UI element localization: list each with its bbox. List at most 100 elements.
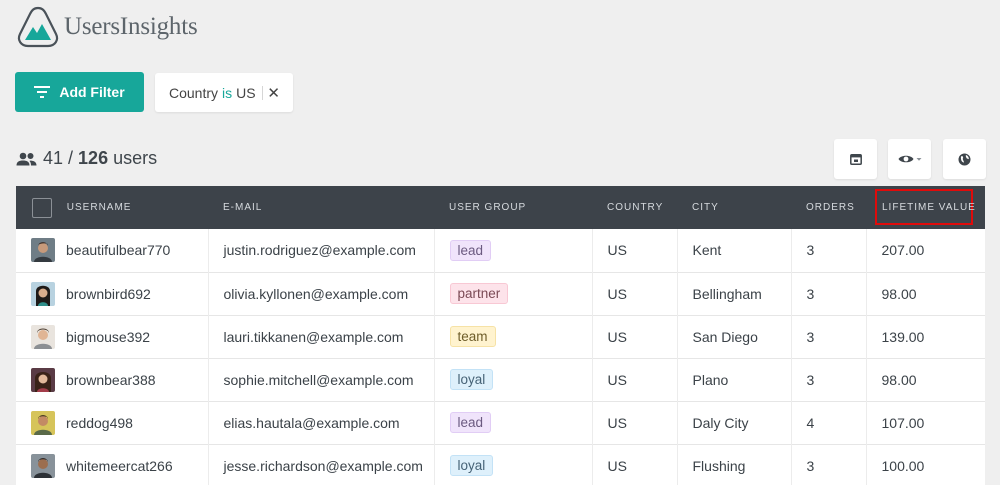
cell-orders: 3	[791, 315, 867, 358]
group-badge: loyal	[449, 455, 494, 476]
column-header-city[interactable]: CITY	[677, 186, 791, 229]
avatar	[31, 367, 55, 392]
username-link[interactable]: beautifulbear770	[66, 242, 170, 258]
brand-name: UsersInsights	[64, 13, 198, 40]
cell-lifetime-value: 98.00	[881, 371, 917, 388]
cell-lifetime-value: 139.00	[881, 328, 925, 345]
add-filter-button[interactable]: Add Filter	[15, 72, 144, 112]
cell-email: elias.hautala@example.com	[208, 401, 435, 444]
filter-icon	[34, 86, 51, 98]
cell-orders: 3	[791, 272, 867, 315]
table-row[interactable]: bigmouse392 lauri.tikkanen@example.com t…	[16, 315, 985, 358]
username-link[interactable]: brownbear388	[66, 372, 156, 388]
cell-username: beautifulbear770	[16, 229, 209, 272]
cell-email: sophie.mitchell@example.com	[208, 358, 435, 401]
column-header-country[interactable]: COUNTRY	[592, 186, 677, 229]
group-badge: loyal	[449, 369, 494, 390]
group-badge: lead	[449, 239, 492, 261]
cell-user-group: partner	[434, 272, 593, 315]
cell-city: Flushing	[677, 444, 792, 485]
column-label: COUNTRY	[607, 202, 664, 213]
cell-user-group: lead	[434, 401, 593, 444]
cell-lifetime-value: 100.00	[881, 457, 925, 474]
filter-field: Country	[169, 84, 219, 101]
cell-user-group: lead	[434, 229, 593, 272]
user-count-total: 126	[78, 148, 109, 168]
table-row[interactable]: brownbear388 sophie.mitchell@example.com…	[16, 358, 985, 401]
cell-email: lauri.tikkanen@example.com	[208, 315, 435, 358]
column-label: LIFETIME VALUE	[882, 201, 976, 213]
visibility-button[interactable]	[888, 139, 931, 179]
table-row[interactable]: reddog498 elias.hautala@example.com lead…	[16, 401, 985, 444]
cell-user-group: loyal	[434, 358, 593, 401]
visibility-icon	[898, 155, 921, 163]
globe-icon	[958, 153, 971, 165]
columns-button[interactable]	[834, 139, 877, 179]
logo-icon	[17, 6, 59, 48]
column-header-email[interactable]: E-MAIL	[208, 186, 434, 229]
filter-divider	[261, 85, 263, 100]
cell-user-group: team	[434, 315, 593, 358]
user-count-unit: users	[113, 148, 158, 168]
cell-country: US	[592, 444, 678, 485]
cell-city: Kent	[677, 229, 792, 272]
cell-orders: 4	[791, 401, 867, 444]
column-label: ORDERS	[806, 202, 855, 213]
table-row[interactable]: beautifulbear770 justin.rodriguez@exampl…	[16, 229, 985, 272]
cell-username: reddog498	[16, 401, 209, 444]
users-icon	[16, 152, 37, 165]
app-logo[interactable]: UsersInsights	[16, 5, 198, 49]
close-icon[interactable]: ✕	[267, 84, 280, 102]
username-link[interactable]: bigmouse392	[66, 329, 150, 345]
column-header-user-group[interactable]: USER GROUP	[434, 186, 592, 229]
cell-lifetime-value: 98.00	[881, 285, 917, 302]
cell-city: San Diego	[677, 315, 792, 358]
columns-icon	[849, 153, 862, 165]
column-header-lifetime-value[interactable]: LIFETIME VALUE	[866, 186, 985, 229]
cell-orders: 3	[791, 444, 867, 485]
cell-username: brownbear388	[16, 358, 209, 401]
user-count: 41 / 126 users	[16, 148, 157, 169]
cell-email: jesse.richardson@example.com	[208, 444, 435, 485]
cell-country: US	[592, 272, 678, 315]
username-link[interactable]: brownbird692	[66, 286, 151, 302]
cell-lifetime-value: 107.00	[881, 414, 925, 431]
cell-username: brownbird692	[16, 272, 209, 315]
cell-email: olivia.kyllonen@example.com	[208, 272, 435, 315]
user-count-shown: 41	[43, 148, 64, 168]
globe-button[interactable]	[943, 139, 986, 179]
cell-city: Plano	[677, 358, 792, 401]
filter-value: US	[236, 84, 256, 101]
highlight-box: LIFETIME VALUE	[875, 189, 976, 225]
cell-country: US	[592, 358, 678, 401]
username-link[interactable]: reddog498	[66, 415, 133, 431]
column-label: USER GROUP	[449, 202, 527, 213]
cell-country: US	[592, 315, 678, 358]
table-row[interactable]: whitemeercat266 jesse.richardson@example…	[16, 444, 985, 485]
avatar	[31, 410, 55, 435]
column-label: USERNAME	[66, 202, 132, 213]
cell-user-group: loyal	[434, 444, 593, 485]
cell-country: US	[592, 401, 678, 444]
group-badge: team	[449, 326, 496, 347]
cell-orders: 3	[791, 229, 867, 272]
avatar	[31, 324, 55, 349]
cell-lifetime-value: 207.00	[881, 242, 925, 259]
user-count-separator: /	[68, 148, 74, 168]
column-header-username[interactable]: USERNAME	[16, 186, 208, 229]
add-filter-label: Add Filter	[59, 84, 125, 100]
group-badge: lead	[449, 412, 492, 433]
cell-city: Bellingham	[677, 272, 792, 315]
select-all-checkbox[interactable]	[32, 197, 52, 218]
filter-chip[interactable]: Country is US ✕	[155, 73, 293, 112]
username-link[interactable]: whitemeercat266	[66, 458, 173, 474]
column-label: E-MAIL	[223, 202, 263, 213]
column-header-orders[interactable]: ORDERS	[791, 186, 866, 229]
column-label: CITY	[692, 202, 719, 213]
cell-username: bigmouse392	[16, 315, 209, 358]
cell-city: Daly City	[677, 401, 792, 444]
table-row[interactable]: brownbird692 olivia.kyllonen@example.com…	[16, 272, 985, 315]
avatar	[31, 238, 55, 263]
users-table: USERNAME E-MAIL USER GROUP COUNTRY CITY …	[16, 186, 985, 485]
table-header: USERNAME E-MAIL USER GROUP COUNTRY CITY …	[16, 186, 985, 229]
